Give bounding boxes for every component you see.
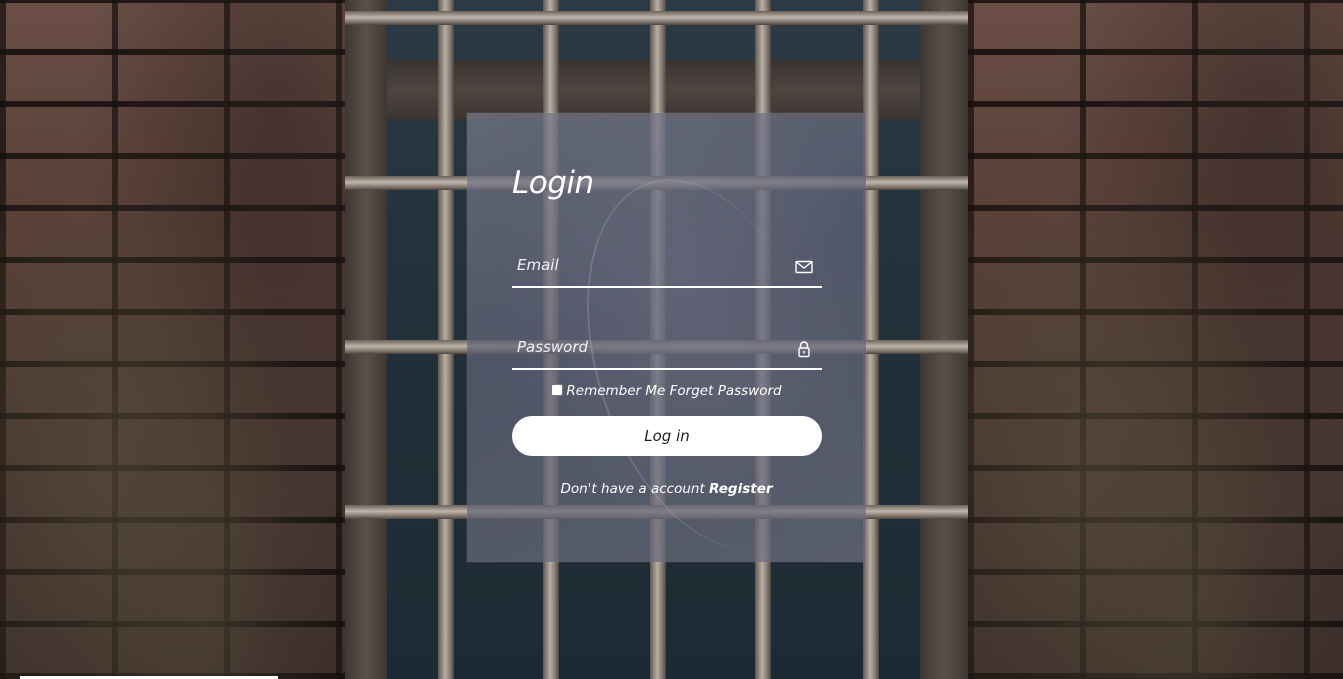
- password-field: [512, 330, 822, 370]
- lock-icon: [798, 341, 810, 358]
- remember-me-checkbox[interactable]: [551, 384, 564, 396]
- login-page: Login Remember Me Forget Password Log in…: [0, 0, 1343, 679]
- email-field: [512, 248, 822, 288]
- remember-me-label[interactable]: Remember Me: [566, 383, 665, 399]
- register-prompt: Don't have a account: [560, 481, 705, 497]
- register-link[interactable]: Register: [709, 481, 772, 497]
- login-button[interactable]: Log in: [512, 416, 822, 456]
- register-row: Don't have a account Register: [467, 481, 866, 497]
- login-card: Login Remember Me Forget Password Log in…: [467, 113, 873, 580]
- forget-password-link[interactable]: Forget Password: [670, 383, 782, 399]
- email-input[interactable]: [512, 248, 787, 282]
- password-input[interactable]: [512, 330, 787, 364]
- envelope-icon: [795, 260, 813, 274]
- login-title: Login: [512, 165, 594, 201]
- window-crossbar: [345, 11, 968, 25]
- brick-wall-left: [0, 0, 345, 679]
- remember-row: Remember Me Forget Password: [467, 383, 866, 399]
- brick-wall-right: [968, 0, 1343, 679]
